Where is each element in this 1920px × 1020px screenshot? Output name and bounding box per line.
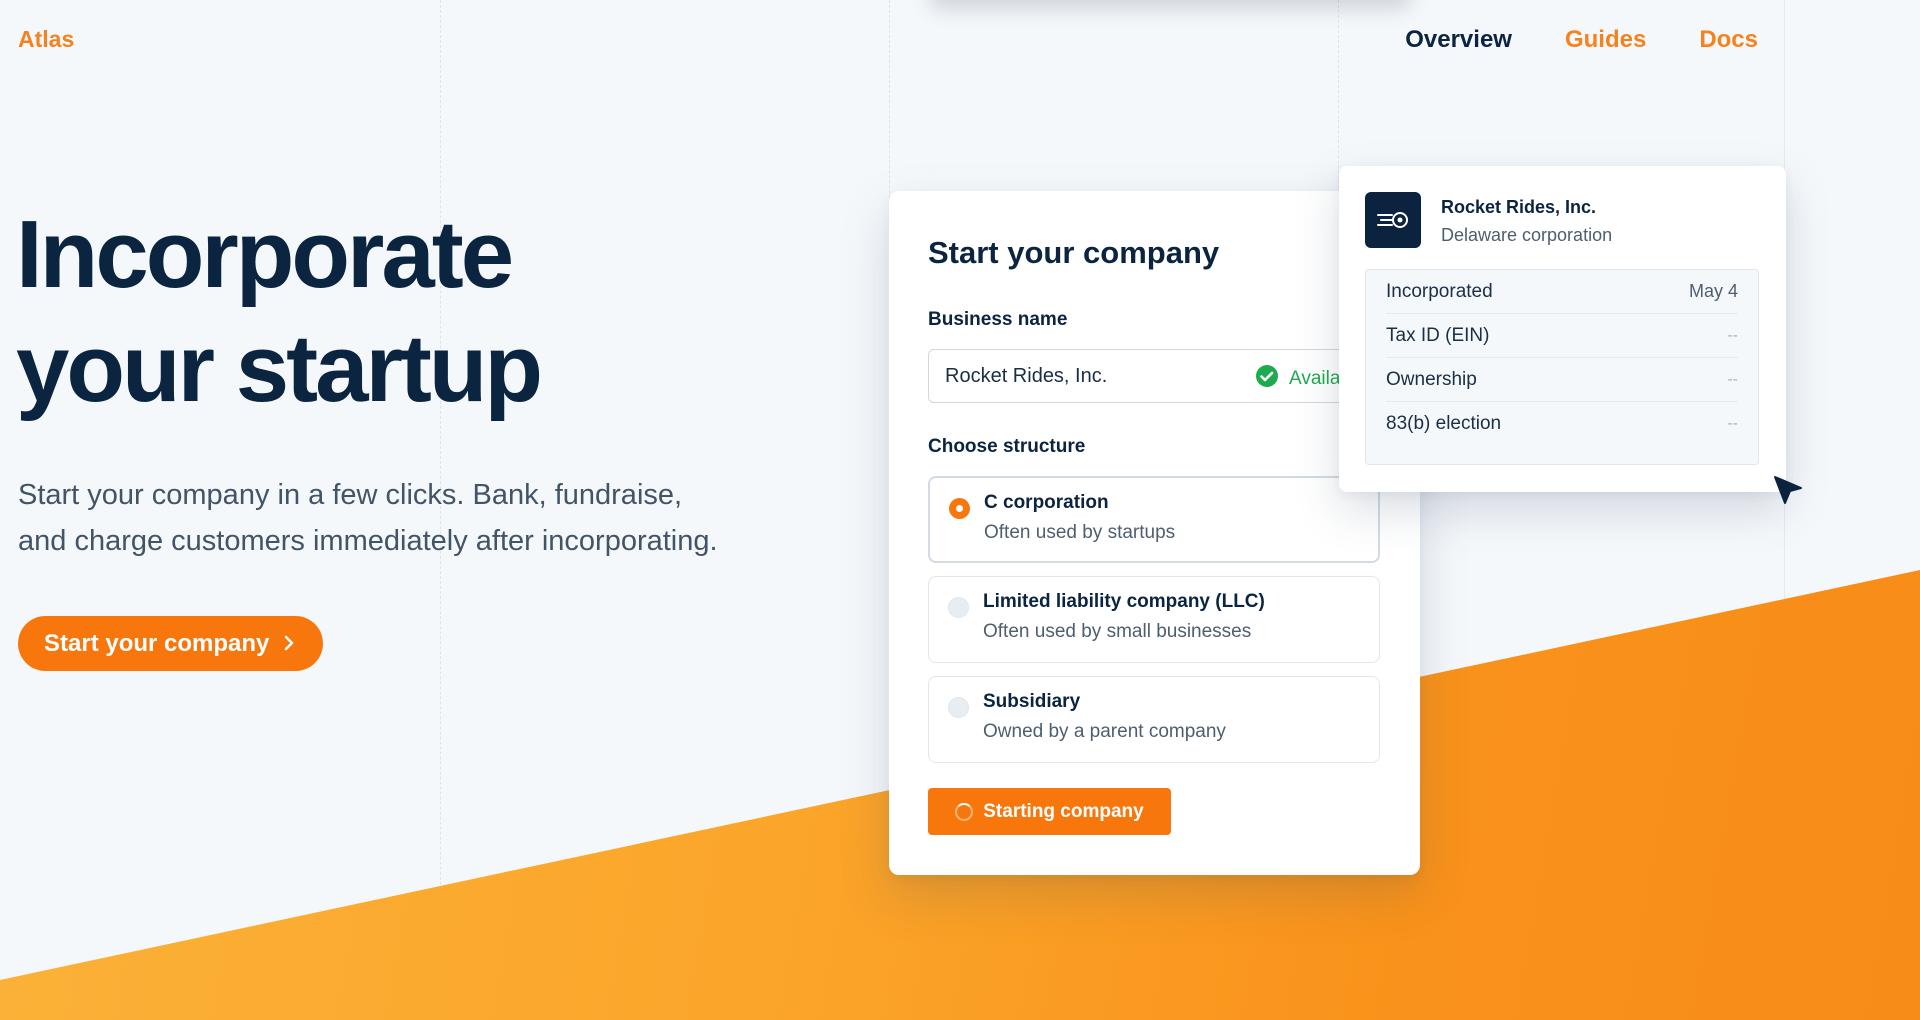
status-value: -- [1727,326,1738,344]
form-title: Start your company [928,235,1220,270]
status-value: -- [1727,370,1738,388]
loading-spinner-icon [955,802,974,821]
option-title: Subsidiary [983,691,1081,712]
structure-option-c-corp[interactable]: C corporation Often used by startups [928,476,1380,563]
availability-text: Availa [1289,367,1341,389]
status-row: Tax ID (EIN) -- [1386,314,1738,358]
status-row: Ownership -- [1386,358,1738,402]
company-status-table: Incorporated May 4 Tax ID (EIN) -- Owner… [1365,269,1759,465]
option-description: Often used by small businesses [983,621,1252,642]
hero-title: Incorporate your startup [16,198,543,426]
nav-docs[interactable]: Docs [1699,26,1758,54]
radio-unselected-icon[interactable] [948,697,969,718]
hero-subtitle-line: Start your company in a few clicks. Bank… [18,479,683,511]
status-row: 83(b) election -- [1386,402,1738,446]
mouse-cursor-icon [1772,474,1806,513]
company-type: Delaware corporation [1441,225,1613,245]
chevron-right-icon [283,633,295,655]
option-description: Owned by a parent company [983,721,1226,742]
company-name: Rocket Rides, Inc. [1441,197,1597,217]
business-name-input[interactable] [945,364,1245,388]
status-row: Incorporated May 4 [1386,270,1738,314]
business-name-label: Business name [928,309,1068,330]
starting-company-button[interactable]: Starting company [928,788,1171,835]
business-name-field[interactable]: Availa [928,349,1380,403]
check-circle-icon [1255,364,1279,393]
status-key: Tax ID (EIN) [1386,324,1490,346]
hero-title-line: your startup [16,315,543,422]
option-title: C corporation [984,492,1109,513]
nav-overview[interactable]: Overview [1405,26,1512,54]
hero-subtitle-line: and charge customers immediately after i… [18,525,718,557]
status-key: 83(b) election [1386,413,1502,434]
status-key: Incorporated [1386,280,1493,302]
radio-unselected-icon[interactable] [948,597,969,618]
hero-title-line: Incorporate [16,201,514,308]
atlas-logo[interactable]: Atlas [18,26,74,53]
status-value: May 4 [1688,281,1738,301]
structure-label: Choose structure [928,436,1086,457]
hero-subtitle: Start your company in a few clicks. Bank… [18,472,798,564]
structure-option-llc[interactable]: Limited liability company (LLC) Often us… [928,576,1380,663]
cta-label: Start your company [44,629,270,657]
status-value: -- [1727,415,1738,432]
top-nav: Overview Guides Docs [1405,26,1758,54]
availability-indicator: Availa [1255,364,1340,393]
radio-selected-icon[interactable] [949,498,970,519]
rocket-speed-icon [1365,192,1421,248]
submit-label: Starting company [983,800,1144,822]
company-summary-card: Rocket Rides, Inc. Delaware corporation … [1339,166,1786,492]
option-description: Often used by startups [984,522,1176,543]
structure-option-subsidiary[interactable]: Subsidiary Owned by a parent company [928,676,1380,763]
nav-guides[interactable]: Guides [1565,26,1646,54]
status-key: Ownership [1386,368,1477,390]
start-company-cta-button[interactable]: Start your company [18,616,324,671]
option-title: Limited liability company (LLC) [983,591,1265,612]
